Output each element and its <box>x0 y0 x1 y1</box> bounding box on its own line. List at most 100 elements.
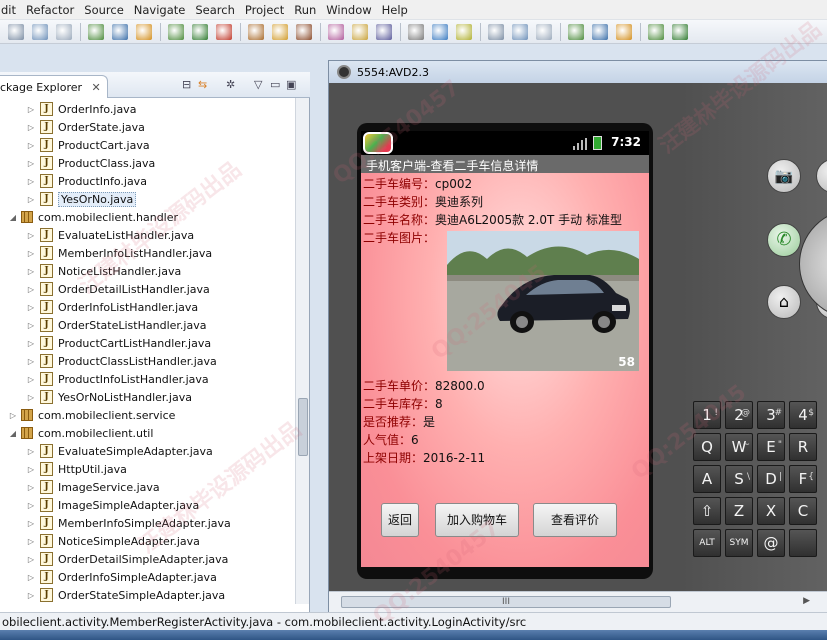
toolbar-button-icon[interactable] <box>512 24 528 40</box>
tree-scrollbar[interactable] <box>295 98 309 604</box>
phone-screen[interactable]: 7:32 手机客户端-查看二手车信息详情 二手车编号：cp002 二手车类别：奥迪… <box>361 131 649 567</box>
collapse-arrow-icon[interactable]: ◢ <box>8 429 18 438</box>
keyboard-key[interactable]: A <box>693 465 721 493</box>
tree-file[interactable]: ▷ J OrderDetailSimpleAdapter.java <box>0 550 228 568</box>
keyboard-key[interactable]: W ~ <box>725 433 753 461</box>
tree-file[interactable]: ▷ J YesOrNoListHandler.java <box>0 388 192 406</box>
toolbar-button-icon[interactable] <box>112 24 128 40</box>
close-icon[interactable]: ✕ <box>92 81 101 94</box>
menu-item[interactable]: Source <box>79 3 129 17</box>
menu-item[interactable]: Help <box>377 3 413 17</box>
expand-arrow-icon[interactable]: ▷ <box>26 105 36 114</box>
tree-file[interactable]: ▷ J YesOrNo.java <box>0 190 137 208</box>
expand-arrow-icon[interactable]: ▷ <box>26 249 36 258</box>
chevron-down-icon[interactable]: ▽ <box>254 78 262 91</box>
tree-file[interactable]: ▷ J EvaluateListHandler.java <box>0 226 194 244</box>
tree-file[interactable]: ▷ J MemberInfoListHandler.java <box>0 244 212 262</box>
toolbar-button-icon[interactable] <box>456 24 472 40</box>
expand-arrow-icon[interactable]: ▷ <box>26 339 36 348</box>
toolbar-button-icon[interactable] <box>136 24 152 40</box>
call-button[interactable]: ✆ <box>767 223 801 257</box>
toolbar-button-icon[interactable] <box>8 24 24 40</box>
collapse-arrow-icon[interactable]: ◢ <box>8 213 18 222</box>
toolbar-button-icon[interactable] <box>328 24 344 40</box>
expand-arrow-icon[interactable]: ▷ <box>26 375 36 384</box>
expand-arrow-icon[interactable]: ▷ <box>26 465 36 474</box>
toolbar-button-icon[interactable] <box>408 24 424 40</box>
expand-arrow-icon[interactable]: ▷ <box>26 195 36 204</box>
tree-package[interactable]: ◢ com.mobileclient.util <box>0 424 153 442</box>
keyboard-key[interactable]: Z <box>725 497 753 525</box>
keyboard-key[interactable]: ALT <box>693 529 721 557</box>
hscroll-thumb[interactable]: III <box>341 596 671 608</box>
toolbar-button-icon[interactable] <box>616 24 632 40</box>
expand-arrow-icon[interactable]: ▷ <box>26 231 36 240</box>
home-button[interactable]: ⌂ <box>767 285 801 319</box>
menu-item[interactable]: Window <box>321 3 376 17</box>
toolbar-button-icon[interactable] <box>376 24 392 40</box>
expand-arrow-icon[interactable]: ▷ <box>26 519 36 528</box>
camera-button[interactable]: 📷 <box>767 159 801 193</box>
tree-file[interactable]: ▷ J ProductClass.java <box>0 154 155 172</box>
tree-file[interactable]: ▷ J OrderInfoListHandler.java <box>0 298 198 316</box>
expand-arrow-icon[interactable]: ▷ <box>26 537 36 546</box>
expand-arrow-icon[interactable]: ▷ <box>26 501 36 510</box>
menu-item[interactable]: dit <box>0 3 21 17</box>
toolbar-button-icon[interactable] <box>568 24 584 40</box>
toolbar-button-icon[interactable] <box>352 24 368 40</box>
tree-file[interactable]: ▷ J MemberInfoSimpleAdapter.java <box>0 514 231 532</box>
expand-arrow-icon[interactable]: ▷ <box>8 411 18 420</box>
tree-file[interactable]: ▷ J ProductInfoListHandler.java <box>0 370 209 388</box>
tree-file[interactable]: ▷ J OrderState.java <box>0 118 145 136</box>
collapse-all-icon[interactable]: ⊟ <box>182 78 191 91</box>
scroll-right-icon[interactable]: ▶ <box>803 596 810 606</box>
expand-arrow-icon[interactable]: ▷ <box>26 321 36 330</box>
expand-arrow-icon[interactable]: ▷ <box>26 303 36 312</box>
expand-arrow-icon[interactable]: ▷ <box>26 393 36 402</box>
tree-file[interactable]: ▷ J ProductCartListHandler.java <box>0 334 211 352</box>
tree-package[interactable]: ◢ com.mobileclient.handler <box>0 208 178 226</box>
expand-arrow-icon[interactable]: ▷ <box>26 159 36 168</box>
expand-arrow-icon[interactable]: ▷ <box>26 573 36 582</box>
tree-file[interactable]: ▷ J OrderStateListHandler.java <box>0 316 206 334</box>
expand-arrow-icon[interactable]: ▷ <box>26 123 36 132</box>
tree-file[interactable]: ▷ J OrderInfo.java <box>0 100 136 118</box>
keyboard-key[interactable]: R <box>789 433 817 461</box>
keyboard-key[interactable]: ⇧ <box>693 497 721 525</box>
toolbar-button-icon[interactable] <box>248 24 264 40</box>
toolbar-button-icon[interactable] <box>272 24 288 40</box>
tree-file[interactable]: ▷ J ProductInfo.java <box>0 172 147 190</box>
keyboard-key[interactable]: 4 $ <box>789 401 817 429</box>
toolbar-button-icon[interactable] <box>648 24 664 40</box>
tree-file[interactable]: ▷ J HttpUtil.java <box>0 460 127 478</box>
toolbar-button-icon[interactable] <box>592 24 608 40</box>
link-editor-icon[interactable]: ⇆ <box>198 78 207 91</box>
tree-file[interactable]: ▷ J OrderInfoSimpleAdapter.java <box>0 568 217 586</box>
tree-file[interactable]: ▷ J ProductClassListHandler.java <box>0 352 217 370</box>
toolbar-button-icon[interactable] <box>432 24 448 40</box>
keyboard-key[interactable] <box>789 529 817 557</box>
tree-file[interactable]: ▷ J NoticeSimpleAdapter.java <box>0 532 200 550</box>
expand-arrow-icon[interactable]: ▷ <box>26 141 36 150</box>
tree-file[interactable]: ▷ J ImageService.java <box>0 478 160 496</box>
keyboard-key[interactable]: D | <box>757 465 785 493</box>
tree-file[interactable]: ▷ J NoticeListHandler.java <box>0 262 181 280</box>
keyboard-key[interactable]: 1! <box>693 401 721 429</box>
toolbar-button-icon[interactable] <box>168 24 184 40</box>
keyboard-key[interactable]: 2 @ <box>725 401 753 429</box>
toolbar-button-icon[interactable] <box>216 24 232 40</box>
minimize-icon[interactable]: ▭ <box>270 78 280 91</box>
toolbar-button-icon[interactable] <box>32 24 48 40</box>
expand-arrow-icon[interactable]: ▷ <box>26 267 36 276</box>
keyboard-key[interactable]: 3 # <box>757 401 785 429</box>
tree-file[interactable]: ▷ J ImageSimpleAdapter.java <box>0 496 199 514</box>
expand-arrow-icon[interactable]: ▷ <box>26 177 36 186</box>
tree-package[interactable]: ▷ com.mobileclient.service <box>0 406 176 424</box>
menu-item[interactable]: Project <box>240 3 289 17</box>
maximize-icon[interactable]: ▣ <box>286 78 296 91</box>
menu-item[interactable]: Refactor <box>21 3 79 17</box>
keyboard-key[interactable]: S \ <box>725 465 753 493</box>
toolbar-button-icon[interactable] <box>536 24 552 40</box>
toolbar-button-icon[interactable] <box>296 24 312 40</box>
keyboard-key[interactable]: E " <box>757 433 785 461</box>
